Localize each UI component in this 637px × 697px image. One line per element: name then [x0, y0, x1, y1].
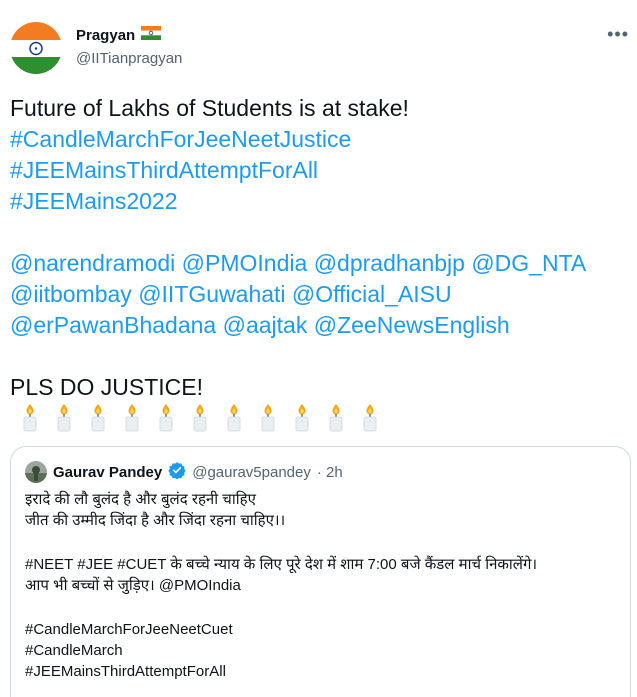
mention-link[interactable]: @PMOIndia — [182, 250, 308, 276]
candle-emoji-row — [18, 402, 382, 432]
candle-emoji-icon — [154, 402, 178, 432]
tweet-body: Future of Lakhs of Students is at stake!… — [10, 93, 630, 403]
india-flag-emoji-icon — [141, 26, 162, 45]
candle-emoji-icon — [324, 402, 348, 432]
india-flag-avatar-icon[interactable] — [10, 22, 62, 74]
candle-emoji-icon — [188, 402, 212, 432]
mention-link[interactable]: @aajtak — [223, 312, 308, 338]
mention-link[interactable]: @iitbombay — [10, 281, 132, 307]
author-display-name[interactable]: Pragyan — [76, 27, 135, 44]
author-handle[interactable]: @IITianpragyan — [76, 50, 182, 67]
candle-emoji-icon — [18, 402, 42, 432]
quoted-timestamp[interactable]: · 2h — [317, 464, 343, 481]
candle-emoji-icon — [86, 402, 110, 432]
tweet-header: Pragyan @IITianpragyan ••• — [10, 22, 637, 78]
hashtag-candle-march[interactable]: #CandleMarchForJeeNeetJustice — [10, 124, 630, 155]
mention-link[interactable]: @erPawanBhadana — [10, 312, 216, 338]
quoted-author-name[interactable]: Gaurav Pandey — [53, 464, 162, 481]
quoted-line: #NEET #JEE #CUET के बच्चे न्याय के लिए प… — [25, 556, 538, 573]
hashtag-third-attempt[interactable]: #JEEMainsThirdAttemptForAll — [10, 155, 630, 186]
mention-link[interactable]: @narendramodi — [10, 250, 175, 276]
quoted-hashtag: #JEEMainsThirdAttemptForAll — [25, 663, 226, 680]
quoted-tweet-body: इरादे की लौ बुलंद है और बुलंद रहनी चाहिए… — [25, 489, 625, 682]
mentions-row-3: @erPawanBhadana @aajtak @ZeeNewsEnglish — [10, 310, 630, 341]
quoted-line: आप भी बच्चों से जुड़िए। @PMOIndia — [25, 577, 241, 594]
tweet-line-intro: Future of Lakhs of Students is at stake! — [10, 95, 409, 121]
mentions-row-1: @narendramodi @PMOIndia @dpradhanbjp @DG… — [10, 248, 630, 279]
quoted-hashtag: #CandleMarch — [25, 642, 123, 659]
quoted-line: इरादे की लौ बुलंद है और बुलंद रहनी चाहिए — [25, 491, 256, 508]
mentions-row-2: @iitbombay @IITGuwahati @Official_AISU — [10, 279, 630, 310]
mention-link[interactable]: @DG_NTA — [471, 250, 586, 276]
candle-emoji-icon — [52, 402, 76, 432]
more-options-icon[interactable]: ••• — [607, 24, 629, 45]
verified-badge-icon — [168, 461, 186, 483]
candle-emoji-icon — [358, 402, 382, 432]
quoted-author-avatar-icon[interactable] — [25, 461, 47, 483]
tweet-closing: PLS DO JUSTICE! — [10, 374, 203, 400]
quoted-author-handle[interactable]: @gaurav5pandey — [192, 464, 311, 481]
candle-emoji-icon — [120, 402, 144, 432]
candle-emoji-icon — [256, 402, 280, 432]
candle-emoji-icon — [222, 402, 246, 432]
mention-link[interactable]: @ZeeNewsEnglish — [314, 312, 510, 338]
quoted-tweet-header: Gaurav Pandey @gaurav5pandey · 2h — [25, 461, 343, 483]
mention-link[interactable]: @Official_AISU — [292, 281, 452, 307]
mention-link[interactable]: @IITGuwahati — [138, 281, 285, 307]
quoted-tweet[interactable]: Gaurav Pandey @gaurav5pandey · 2h इरादे … — [10, 446, 631, 697]
mention-link[interactable]: @dpradhanbjp — [314, 250, 465, 276]
hashtag-jee-mains-2022[interactable]: #JEEMains2022 — [10, 186, 630, 217]
quoted-hashtag: #CandleMarchForJeeNeetCuet — [25, 621, 233, 638]
candle-emoji-icon — [290, 402, 314, 432]
quoted-line: जीत की उम्मीद जिंदा है और जिंदा रहना चाह… — [25, 512, 286, 529]
